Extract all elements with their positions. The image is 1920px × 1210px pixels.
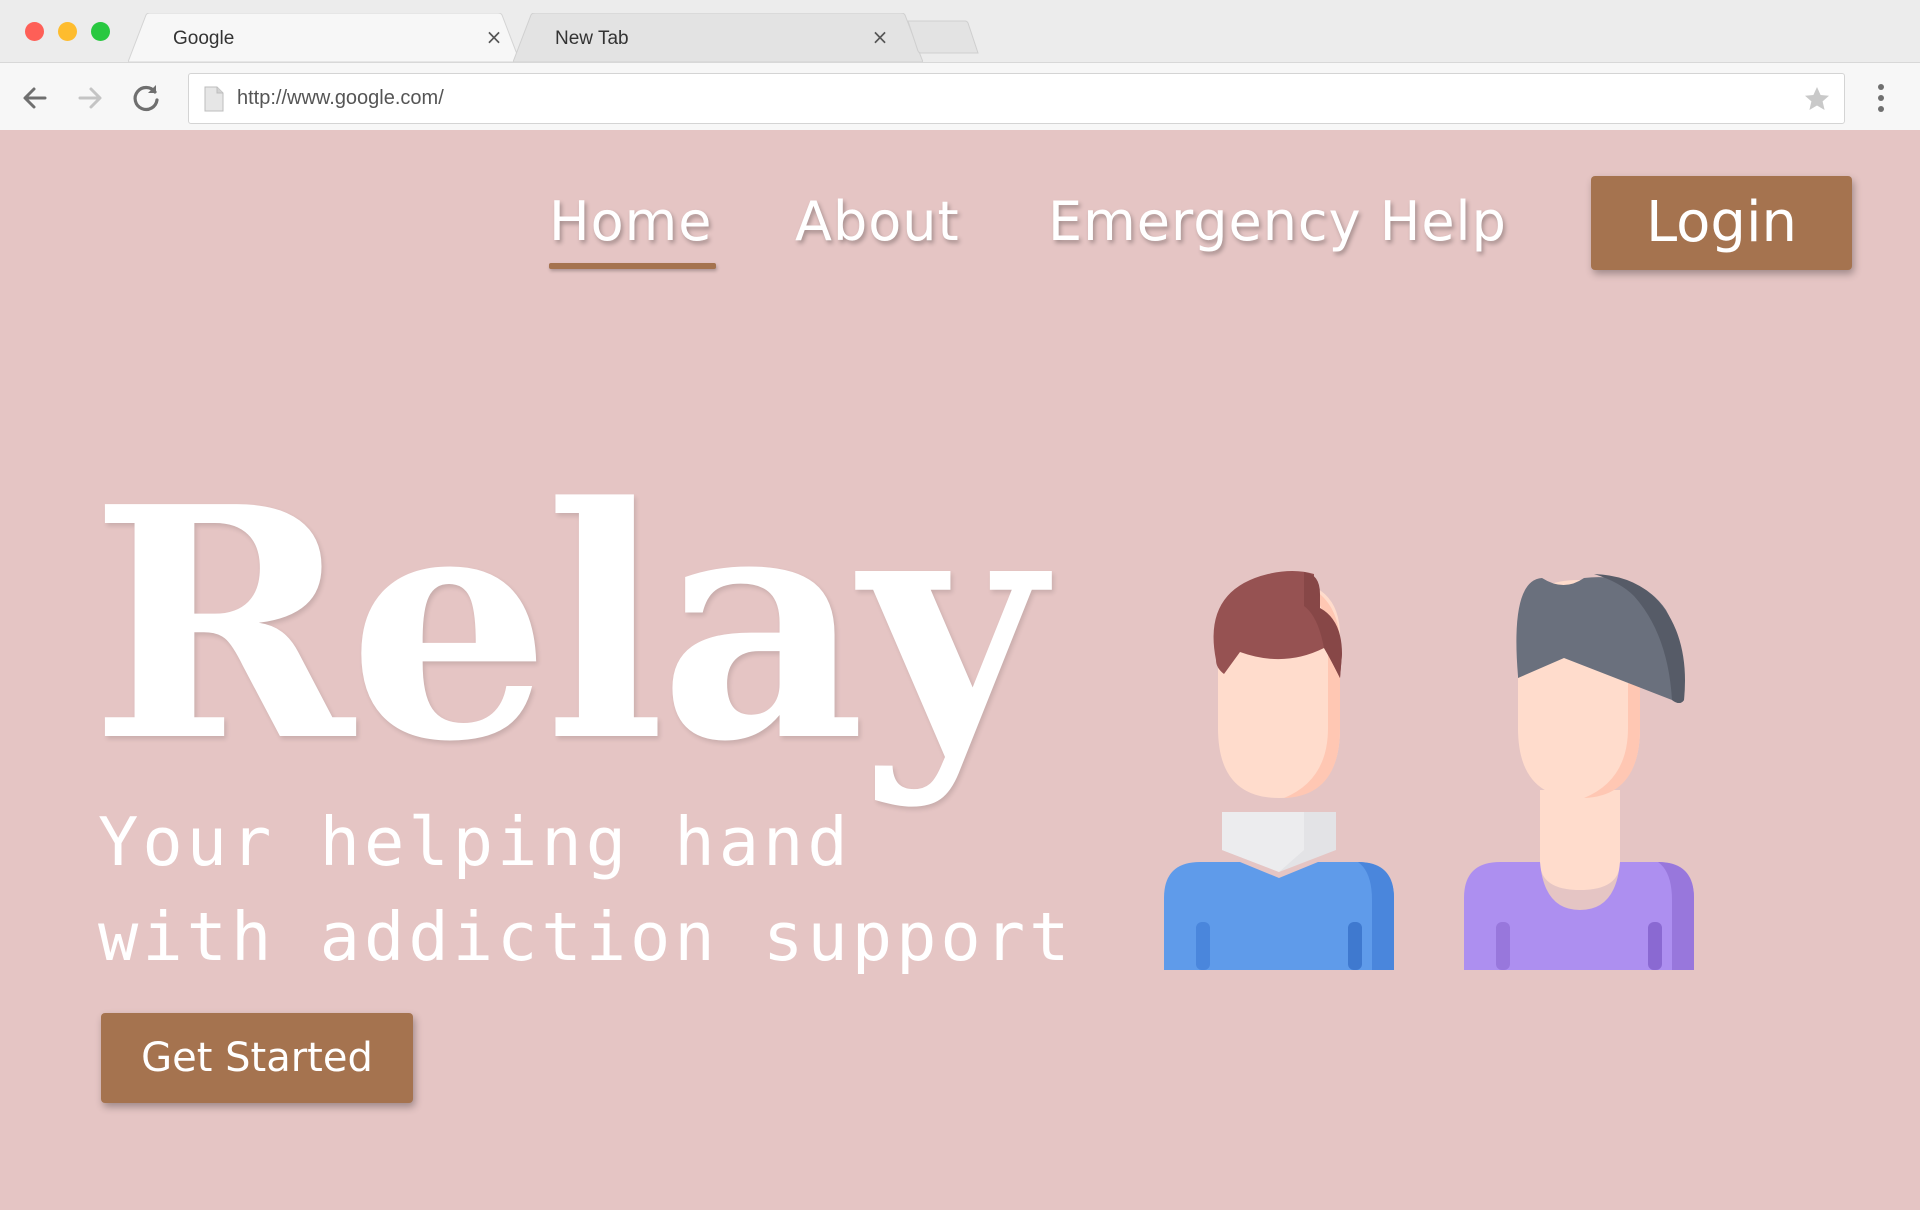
url-text[interactable]: http://www.google.com/ [237, 87, 444, 110]
browser-chrome: Google × New Tab × http://www.google.com… [0, 0, 1920, 130]
nav-link-emergency-help[interactable]: Emergency Help [1048, 190, 1507, 253]
nav-link-about[interactable]: About [795, 190, 960, 253]
nav-link-home[interactable]: Home [549, 190, 712, 253]
browser-toolbar: http://www.google.com/ [0, 62, 1920, 130]
back-arrow-icon[interactable] [14, 77, 56, 119]
tab-new-tab[interactable]: New Tab × [513, 13, 923, 62]
person-avatar-icon [1464, 574, 1694, 970]
kebab-menu-icon[interactable] [1870, 81, 1892, 115]
tab-strip: Google × New Tab × [0, 0, 1920, 62]
get-started-button[interactable]: Get Started [101, 1013, 413, 1103]
hero-tagline-line-1: Your helping hand [98, 803, 852, 881]
window-minimize-dot[interactable] [58, 22, 77, 41]
page-icon [204, 86, 224, 112]
new-tab-button[interactable] [907, 20, 979, 54]
window-zoom-dot[interactable] [91, 22, 110, 41]
person-avatar-icon [1164, 571, 1394, 970]
address-bar[interactable]: http://www.google.com/ [188, 73, 1845, 124]
tab-google[interactable]: Google × [128, 13, 520, 62]
hero-title: Relay [90, 437, 1044, 811]
tab-close-icon[interactable]: × [869, 26, 891, 48]
bookmark-star-icon[interactable] [1802, 84, 1832, 114]
active-nav-underline [549, 263, 716, 269]
tab-title: Google [173, 28, 235, 49]
tab-close-icon[interactable]: × [483, 26, 505, 48]
forward-arrow-icon[interactable] [69, 77, 111, 119]
relay-landing-page: Home About Emergency Help Login Relay Yo… [0, 130, 1920, 1210]
login-button[interactable]: Login [1591, 176, 1852, 270]
tab-title: New Tab [555, 28, 629, 49]
window-close-dot[interactable] [25, 22, 44, 41]
reload-icon[interactable] [125, 77, 167, 119]
hero-tagline-line-2: with addiction support [98, 898, 1074, 976]
